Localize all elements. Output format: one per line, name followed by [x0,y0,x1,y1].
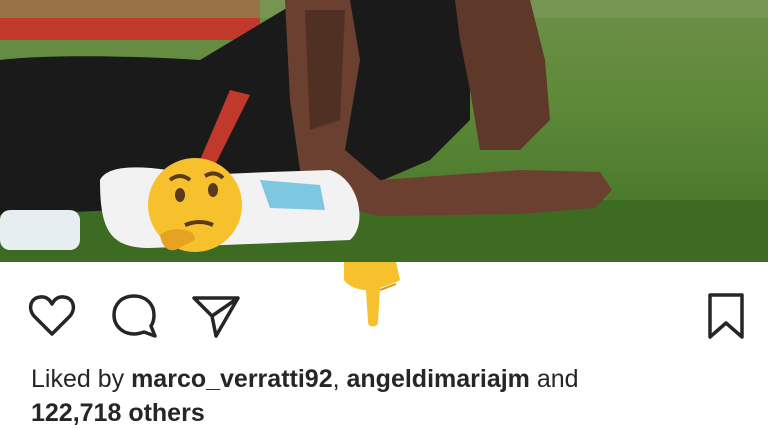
comment-bubble-icon[interactable] [108,290,160,342]
heart-outline-icon[interactable] [26,290,78,342]
paper-plane-icon[interactable] [190,290,242,342]
post-photo[interactable] [0,0,768,262]
bookmark-outline-icon[interactable] [700,290,752,342]
thinking-face-emoji [148,158,242,252]
liker-username-2[interactable]: angeldimariajm [347,365,530,393]
liked-by-label: Liked by [31,365,125,393]
likes-caption: Liked by marco_verratti92, angeldimariaj… [31,362,751,427]
pointing-down-hand-emoji [344,262,400,327]
liker-username-1[interactable]: marco_verratti92 [131,365,333,393]
others-count-link[interactable]: 122,718 others [31,396,205,430]
and-label: and [536,365,579,393]
separator-comma: , [332,365,340,393]
